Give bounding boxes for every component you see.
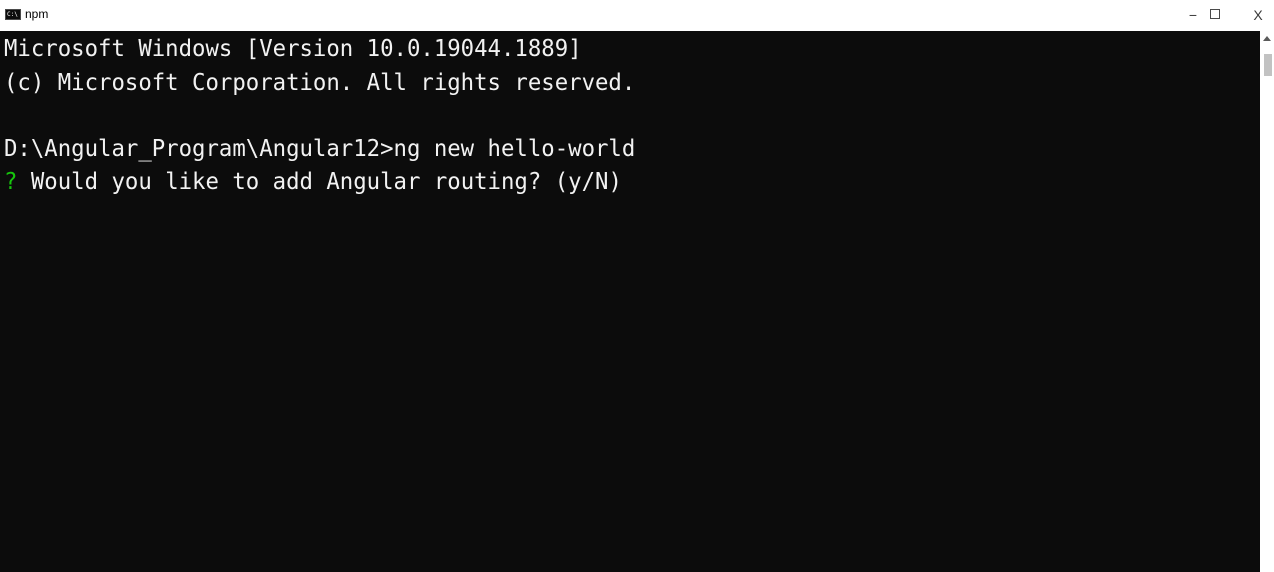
console-line-prompt: ? Would you like to add Angular routing?… <box>4 168 622 197</box>
console-window: C:\ npm − X Microsoft Windows [Version 1… <box>0 0 1274 572</box>
console-line-version: Microsoft Windows [Version 10.0.19044.18… <box>4 36 582 62</box>
close-button[interactable]: X <box>1245 4 1271 26</box>
window-title: npm <box>25 7 49 21</box>
prompt-question-mark: ? <box>4 169 18 195</box>
console-icon: C:\ <box>5 9 21 20</box>
vertical-scrollbar[interactable] <box>1260 31 1274 572</box>
console-line-copyright: (c) Microsoft Corporation. All rights re… <box>4 70 636 96</box>
routing-question-text: Would you like to add Angular routing? (… <box>17 169 622 195</box>
minimize-button[interactable]: − <box>1180 4 1206 26</box>
title-bar[interactable]: C:\ npm − X <box>0 0 1274 31</box>
console-line-command: D:\Angular_Program\Angular12>ng new hell… <box>4 136 636 162</box>
scroll-up-arrow-icon[interactable] <box>1263 36 1271 41</box>
maximize-button[interactable] <box>1210 9 1220 19</box>
console-output[interactable]: Microsoft Windows [Version 10.0.19044.18… <box>0 31 1260 572</box>
scrollbar-thumb[interactable] <box>1264 54 1272 76</box>
